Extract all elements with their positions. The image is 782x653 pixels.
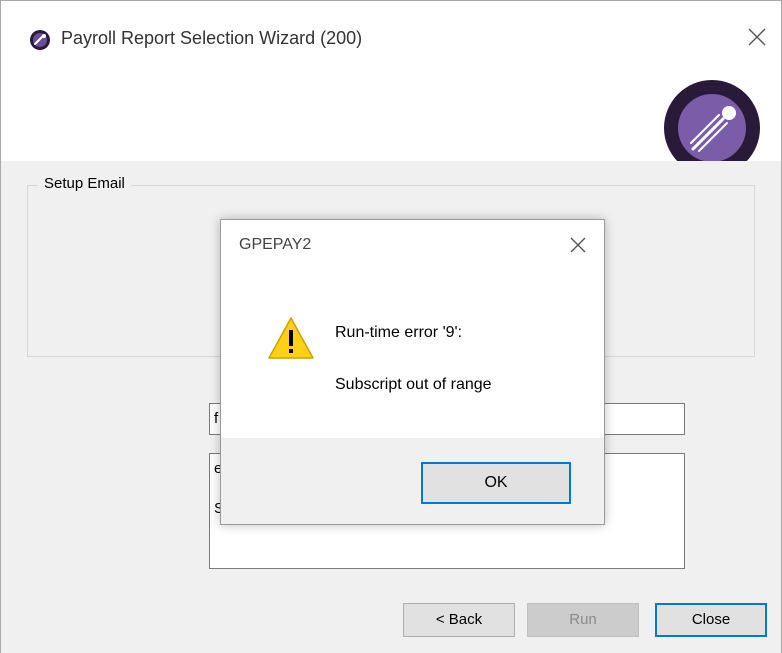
warning-icon	[267, 316, 315, 360]
run-button[interactable]: Run	[527, 603, 639, 637]
title-bar: Payroll Report Selection Wizard (200)	[1, 1, 781, 81]
dialog-footer: OK	[221, 438, 604, 524]
close-button[interactable]: Close	[655, 603, 767, 637]
error-dialog: GPEPAY2 Run-time error '9': Subscript ou…	[220, 219, 605, 525]
close-icon[interactable]	[745, 25, 769, 49]
back-button[interactable]: < Back	[403, 603, 515, 637]
app-orb-icon	[29, 29, 51, 51]
dialog-title: GPEPAY2	[239, 236, 312, 253]
setup-email-legend: Setup Email	[38, 175, 131, 192]
error-message-detail: Subscript out of range	[335, 376, 492, 393]
window-title: Payroll Report Selection Wizard (200)	[61, 28, 363, 48]
ok-button[interactable]: OK	[421, 462, 571, 504]
wizard-window: Payroll Report Selection Wizard (200) Se…	[0, 0, 782, 653]
error-message-title: Run-time error '9':	[335, 324, 463, 341]
close-icon[interactable]	[567, 234, 589, 256]
